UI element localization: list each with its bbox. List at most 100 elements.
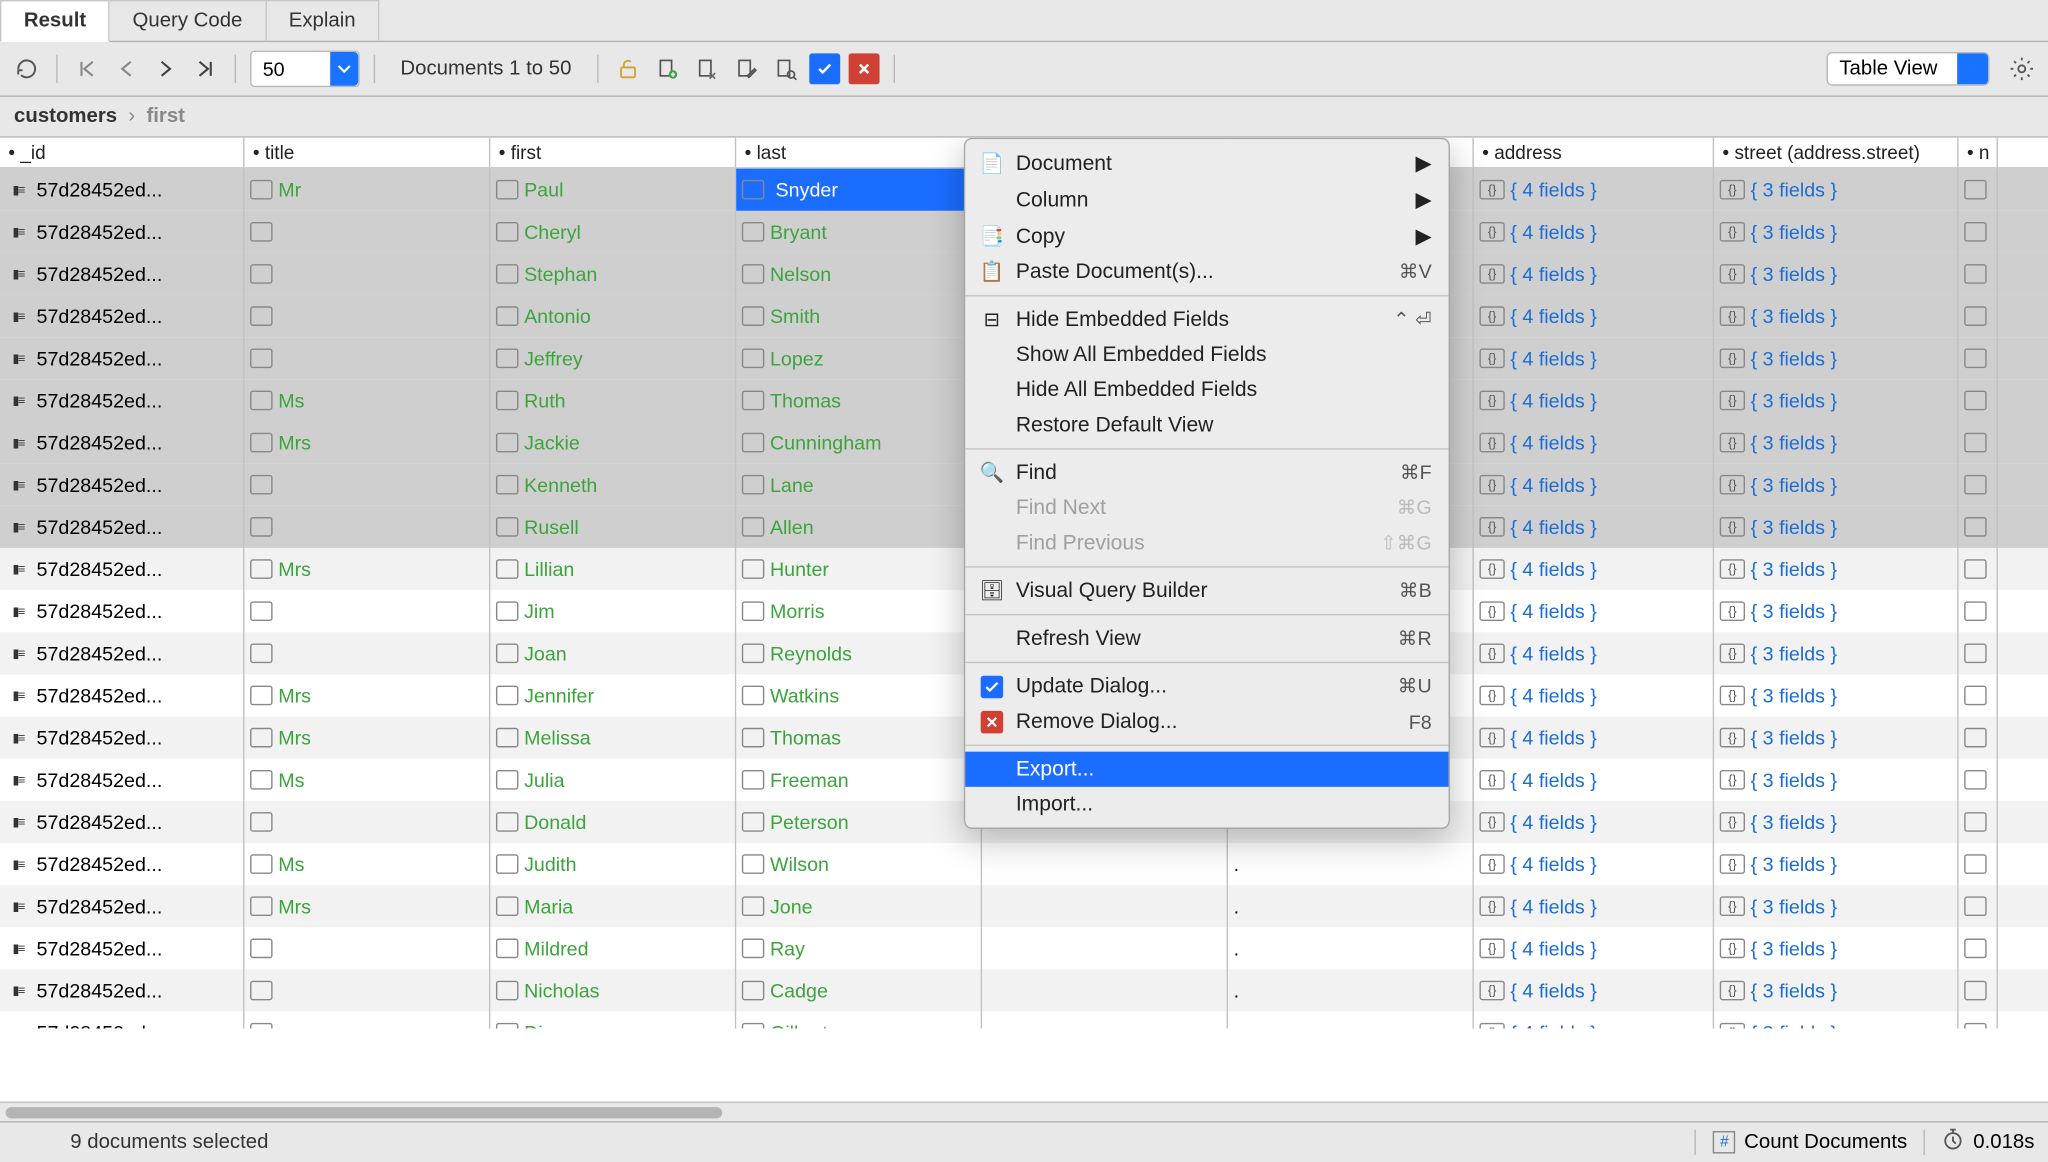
edit-document-icon[interactable] — [730, 53, 761, 84]
string-icon — [496, 896, 518, 916]
add-document-icon[interactable] — [652, 53, 683, 84]
menu-item-icon: 🗄 — [979, 579, 1004, 603]
string-icon — [496, 475, 518, 495]
table-row[interactable]: ▮≡57d28452edDianneGilbert{ 4 fields }{ 3… — [0, 1012, 2048, 1029]
column-header[interactable]: • title — [244, 138, 490, 168]
chevron-down-icon[interactable] — [330, 52, 358, 86]
string-icon — [250, 728, 272, 748]
object-icon — [1479, 981, 1504, 1001]
menu-item-label: Hide Embedded Fields — [1016, 308, 1382, 332]
object-icon — [1479, 348, 1504, 368]
menu-item-icon — [979, 710, 1004, 732]
column-header[interactable]: • first — [490, 138, 736, 168]
context-menu-item[interactable]: Remove Dialog...F8 — [965, 704, 1448, 739]
refresh-icon[interactable] — [11, 53, 42, 84]
string-icon — [1964, 812, 1986, 832]
nav-next-icon[interactable] — [150, 53, 181, 84]
table-row[interactable]: ▮≡57d28452ed...MildredRay.{ 4 fields }{ … — [0, 927, 2048, 969]
count-documents-button[interactable]: Count Documents — [1744, 1131, 1907, 1153]
string-icon — [742, 854, 764, 874]
menu-item-label: Find Previous — [1016, 531, 1369, 555]
tab-explain[interactable]: Explain — [266, 0, 379, 42]
remove-icon[interactable] — [848, 53, 879, 84]
string-icon — [250, 475, 272, 495]
table-row[interactable]: ▮≡57d28452ed...MsJudithWilson.{ 4 fields… — [0, 843, 2048, 885]
breadcrumb-leaf[interactable]: first — [146, 105, 185, 127]
gear-icon[interactable] — [2006, 53, 2037, 84]
menu-item-shortcut: ⌘U — [1398, 674, 1432, 698]
tab-query-code[interactable]: Query Code — [110, 0, 266, 42]
context-menu-item[interactable]: Restore Default View — [965, 407, 1448, 442]
nav-last-icon[interactable] — [190, 53, 221, 84]
object-icon — [1479, 939, 1504, 959]
menu-item-label: Copy — [1016, 224, 1404, 248]
object-icon — [1479, 601, 1504, 621]
object-icon — [1479, 728, 1504, 748]
column-header[interactable]: • last — [736, 138, 982, 168]
column-header[interactable]: • _id — [0, 138, 244, 168]
object-icon — [1720, 306, 1745, 326]
view-mode-select[interactable]: Table View — [1827, 52, 1990, 86]
menu-item-icon: 📑 — [979, 224, 1004, 248]
string-icon — [1964, 1023, 1986, 1029]
unlock-icon[interactable] — [612, 53, 643, 84]
view-json-icon[interactable] — [691, 53, 722, 84]
menu-item-shortcut: ⌘V — [1399, 260, 1432, 284]
table-row[interactable]: ▮≡57d28452ed...MrsMariaJone.{ 4 fields }… — [0, 885, 2048, 927]
chevron-updown-icon[interactable] — [1957, 53, 1988, 84]
table-row[interactable]: ▮≡57d28452ed...NicholasCadge.{ 4 fields … — [0, 969, 2048, 1011]
column-header[interactable]: • street (address.street) — [1714, 138, 1958, 168]
string-icon — [742, 180, 764, 200]
object-icon — [1720, 896, 1745, 916]
string-icon — [250, 391, 272, 411]
breadcrumb-root[interactable]: customers — [14, 105, 117, 127]
context-menu-item[interactable]: Import... — [965, 787, 1448, 822]
string-icon — [742, 686, 764, 706]
context-menu-item[interactable]: Export... — [965, 752, 1448, 787]
string-icon — [1964, 180, 1986, 200]
column-header[interactable]: • address — [1474, 138, 1714, 168]
id-icon: ▮≡ — [6, 517, 31, 537]
context-menu-item[interactable]: Hide All Embedded Fields — [965, 372, 1448, 407]
menu-item-label: Column — [1016, 188, 1404, 212]
object-icon — [1720, 939, 1745, 959]
context-menu-item[interactable]: 📑Copy▶ — [965, 218, 1448, 255]
horizontal-scrollbar[interactable] — [0, 1102, 2048, 1122]
column-header[interactable]: • n — [1959, 138, 1998, 168]
object-icon — [1479, 896, 1504, 916]
view-mode-label: Table View — [1828, 53, 1957, 84]
string-icon — [250, 559, 272, 579]
string-icon — [1964, 896, 1986, 916]
context-menu-item[interactable]: Refresh View⌘R — [965, 621, 1448, 656]
context-menu-item[interactable]: 🗄Visual Query Builder⌘B — [965, 573, 1448, 608]
context-menu-item[interactable]: 📋Paste Document(s)...⌘V — [965, 254, 1448, 289]
context-menu-item[interactable]: Show All Embedded Fields — [965, 337, 1448, 372]
id-icon: ▮≡ — [6, 728, 31, 748]
string-icon — [1964, 559, 1986, 579]
id-icon: ▮≡ — [6, 1023, 31, 1029]
context-menu-item[interactable]: ⊟Hide Embedded Fields⌃ ⏎ — [965, 302, 1448, 337]
nav-prev-icon[interactable] — [111, 53, 142, 84]
id-icon: ▮≡ — [6, 433, 31, 453]
string-icon — [250, 686, 272, 706]
page-size-select[interactable] — [250, 51, 360, 88]
id-icon: ▮≡ — [6, 180, 31, 200]
context-menu-item[interactable]: Update Dialog...⌘U — [965, 669, 1448, 704]
stopwatch-icon — [1942, 1128, 1964, 1156]
tab-result[interactable]: Result — [0, 0, 110, 42]
find-document-icon[interactable] — [770, 53, 801, 84]
context-menu-item[interactable]: Column▶ — [965, 181, 1448, 218]
menu-item-icon: 📄 — [979, 151, 1004, 175]
menu-item-label: Document — [1016, 151, 1404, 175]
update-icon[interactable] — [809, 53, 840, 84]
context-menu-item[interactable]: 🔍Find⌘F — [965, 455, 1448, 490]
nav-first-icon[interactable] — [72, 53, 103, 84]
string-icon — [250, 222, 272, 242]
context-menu-item[interactable]: 📄Document▶ — [965, 145, 1448, 182]
string-icon — [1964, 643, 1986, 663]
string-icon — [1964, 222, 1986, 242]
object-icon — [1720, 222, 1745, 242]
string-icon — [742, 306, 764, 326]
object-icon — [1479, 222, 1504, 242]
page-size-input[interactable] — [251, 53, 330, 84]
